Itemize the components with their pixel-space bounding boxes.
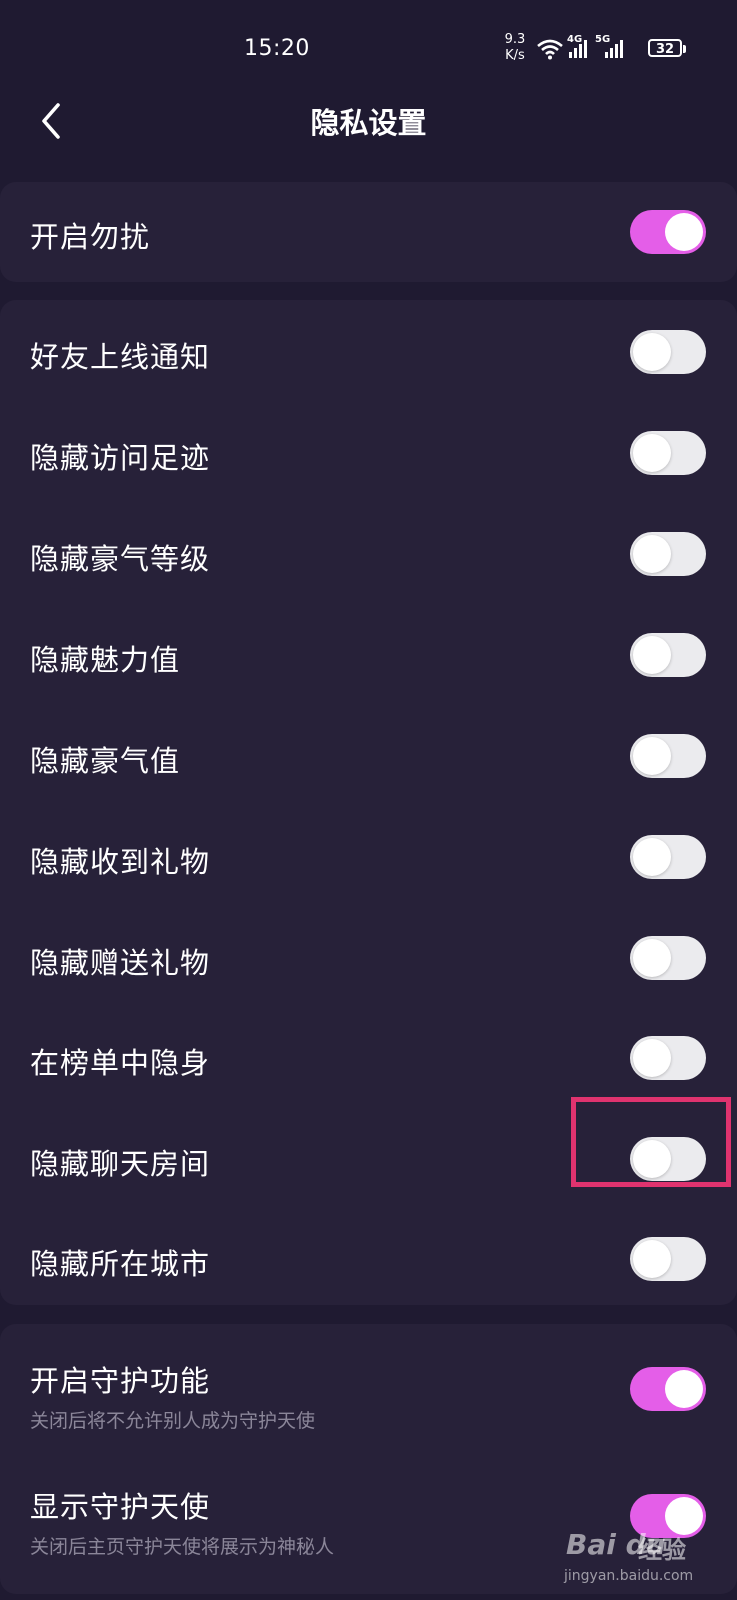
setting-description: 关闭后主页守护天使将展示为神秘人 <box>30 1536 335 1558</box>
network-speed: 9.3 K/s <box>500 32 530 64</box>
setting-label: 隐藏所在城市 <box>30 1247 211 1281</box>
settings-group-dnd: 开启勿扰 <box>0 182 737 282</box>
setting-row-hide-wealth-value: 隐藏豪气值 <box>0 700 737 800</box>
toggle-knob <box>633 939 671 977</box>
toggle-knob <box>633 333 671 371</box>
setting-description: 关闭后将不允许别人成为守护天使 <box>30 1410 316 1432</box>
toggle-hide-city[interactable] <box>630 1237 706 1281</box>
setting-row-hide-sent-gifts: 隐藏赠送礼物 <box>0 900 737 1000</box>
toggle-knob <box>633 1240 671 1278</box>
toggle-enable-guardian[interactable] <box>630 1367 706 1411</box>
toggle-hide-received-gifts[interactable] <box>630 835 706 879</box>
baidu-watermark: Bai du 经验 jingyan.baidu.com <box>560 1506 730 1596</box>
setting-row-friend-online-notify: 好友上线通知 <box>0 300 737 400</box>
setting-label: 开启勿扰 <box>30 220 151 254</box>
setting-label: 隐藏收到礼物 <box>30 845 211 879</box>
toggle-knob <box>633 535 671 573</box>
toggle-hide-wealth-value[interactable] <box>630 734 706 778</box>
setting-row-hide-wealth-level: 隐藏豪气等级 <box>0 500 737 600</box>
setting-label: 显示守护天使 <box>30 1490 211 1524</box>
toggle-knob <box>633 737 671 775</box>
toggle-knob <box>633 434 671 472</box>
toggle-knob <box>633 838 671 876</box>
setting-row-do-not-disturb: 开启勿扰 <box>0 182 737 282</box>
toggle-hide-visit-footprint[interactable] <box>630 431 706 475</box>
battery-tip <box>683 45 686 53</box>
signal-5g-icon <box>605 40 623 58</box>
setting-label: 开启守护功能 <box>30 1364 211 1398</box>
watermark-text: 经验 <box>638 1536 686 1564</box>
setting-row-hide-city: 隐藏所在城市 <box>0 1200 737 1300</box>
setting-row-enable-guardian: 开启守护功能 关闭后将不允许别人成为守护天使 <box>0 1324 737 1452</box>
highlight-box <box>571 1097 731 1187</box>
toggle-do-not-disturb[interactable] <box>630 210 706 254</box>
signal-4g-icon <box>569 40 587 58</box>
wifi-icon <box>537 39 563 60</box>
setting-row-hide-visit-footprint: 隐藏访问足迹 <box>0 400 737 500</box>
setting-row-hide-received-gifts: 隐藏收到礼物 <box>0 800 737 900</box>
status-time: 15:20 <box>244 36 310 61</box>
toggle-hide-wealth-level[interactable] <box>630 532 706 576</box>
setting-label: 隐藏魅力值 <box>30 643 181 677</box>
setting-row-hide-charm-value: 隐藏魅力值 <box>0 600 737 700</box>
toggle-knob <box>665 213 703 251</box>
setting-label: 好友上线通知 <box>30 340 211 374</box>
watermark-url: jingyan.baidu.com <box>564 1568 694 1584</box>
setting-row-invisible-in-ranking: 在榜单中隐身 <box>0 1000 737 1100</box>
setting-label: 隐藏豪气等级 <box>30 542 211 576</box>
setting-label: 隐藏聊天房间 <box>30 1147 211 1181</box>
toggle-knob <box>665 1370 703 1408</box>
toggle-hide-sent-gifts[interactable] <box>630 936 706 980</box>
network-speed-value: 9.3 <box>504 32 526 47</box>
setting-label: 隐藏访问足迹 <box>30 441 211 475</box>
toggle-knob <box>633 636 671 674</box>
setting-label: 隐藏赠送礼物 <box>30 946 211 980</box>
toggle-friend-online-notify[interactable] <box>630 330 706 374</box>
toggle-knob <box>633 1039 671 1077</box>
setting-label: 在榜单中隐身 <box>30 1046 211 1080</box>
nav-bar: 隐私设置 <box>0 80 737 164</box>
battery-icon: 32 <box>648 39 682 57</box>
toggle-hide-charm-value[interactable] <box>630 633 706 677</box>
status-bar: 15:20 9.3 K/s 4G 5G 32 <box>0 0 737 80</box>
toggle-invisible-in-ranking[interactable] <box>630 1036 706 1080</box>
network-speed-unit: K/s <box>505 48 525 63</box>
setting-label: 隐藏豪气值 <box>30 744 181 778</box>
page-title: 隐私设置 <box>310 106 427 140</box>
